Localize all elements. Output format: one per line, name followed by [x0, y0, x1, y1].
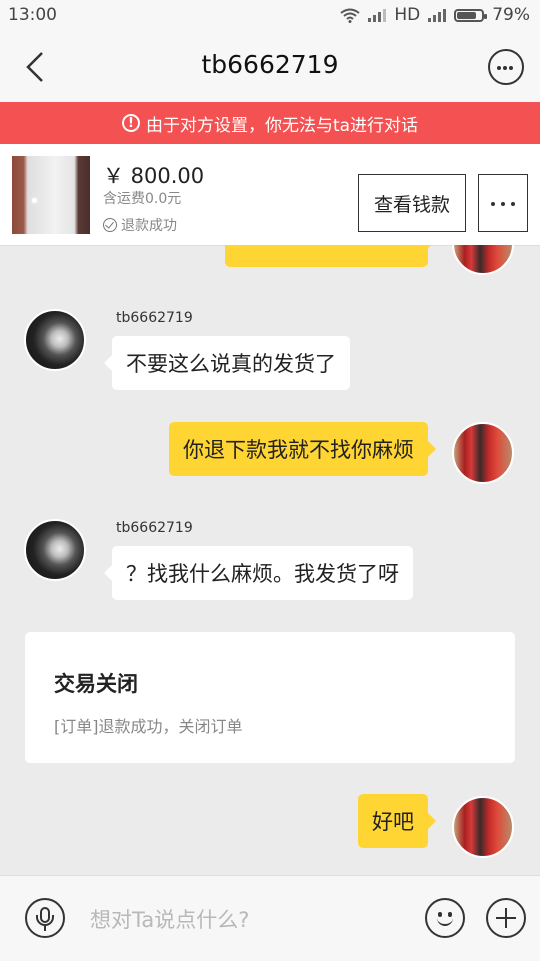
nav-bar: tb6662719: [0, 30, 540, 102]
battery-text: 79%: [492, 5, 530, 25]
product-more-button[interactable]: [478, 174, 528, 232]
product-thumbnail[interactable]: [12, 156, 90, 234]
wifi-icon: [340, 8, 360, 23]
shipping-fee: 含运费0.0元: [103, 191, 182, 207]
signal-icon-2: [428, 8, 447, 22]
input-bar: 想对Ta说点什么?: [0, 875, 540, 961]
refund-status: 退款成功: [103, 215, 177, 235]
chat-area[interactable]: tb6662719 不要这么说真的发货了 你退下款我就不找你麻烦 tb66627…: [0, 245, 540, 875]
status-bar: 13:00 HD 79%: [0, 0, 540, 30]
avatar-other[interactable]: [24, 309, 86, 371]
order-card-desc: [订单]退款成功，关闭订单: [54, 717, 243, 736]
restriction-banner: ! 由于对方设置，你无法与ta进行对话: [0, 102, 540, 144]
signal-icon: [368, 8, 387, 22]
avatar-other[interactable]: [24, 519, 86, 581]
check-circle-icon: [103, 218, 117, 232]
message-input[interactable]: 想对Ta说点什么?: [90, 904, 249, 934]
message-bubble-received[interactable]: 不要这么说真的发货了: [104, 336, 350, 390]
microphone-icon[interactable]: [25, 898, 65, 938]
avatar-self[interactable]: [452, 796, 514, 858]
product-card[interactable]: ￥ 800.00 含运费0.0元 退款成功 查看钱款: [0, 144, 540, 246]
more-options-icon[interactable]: [488, 49, 524, 85]
network-type: HD: [394, 5, 421, 25]
order-card-title: 交易关闭: [54, 672, 138, 696]
message-bubble-partial: [225, 245, 436, 267]
avatar-self[interactable]: [452, 422, 514, 484]
message-bubble-sent[interactable]: 你退下款我就不找你麻烦: [169, 422, 436, 476]
sender-name: tb6662719: [116, 520, 193, 536]
status-icons: HD 79%: [340, 5, 530, 25]
avatar-self-partial[interactable]: [452, 245, 514, 275]
refund-status-text: 退款成功: [121, 218, 177, 234]
sender-name: tb6662719: [116, 310, 193, 326]
emoji-icon[interactable]: [425, 898, 465, 938]
order-status-card[interactable]: 交易关闭 [订单]退款成功，关闭订单: [25, 632, 515, 763]
page-title: tb6662719: [201, 50, 339, 79]
message-bubble-received[interactable]: ？找我什么麻烦。我发货了呀: [104, 546, 413, 600]
view-payment-button[interactable]: 查看钱款: [358, 174, 466, 232]
product-price: ￥ 800.00: [103, 164, 205, 188]
message-bubble-sent[interactable]: 好吧: [358, 794, 436, 848]
status-time: 13:00: [8, 5, 57, 25]
alert-icon: !: [121, 114, 140, 132]
banner-text: 由于对方设置，你无法与ta进行对话: [145, 115, 419, 136]
add-icon[interactable]: [486, 898, 526, 938]
battery-icon: [454, 8, 488, 22]
